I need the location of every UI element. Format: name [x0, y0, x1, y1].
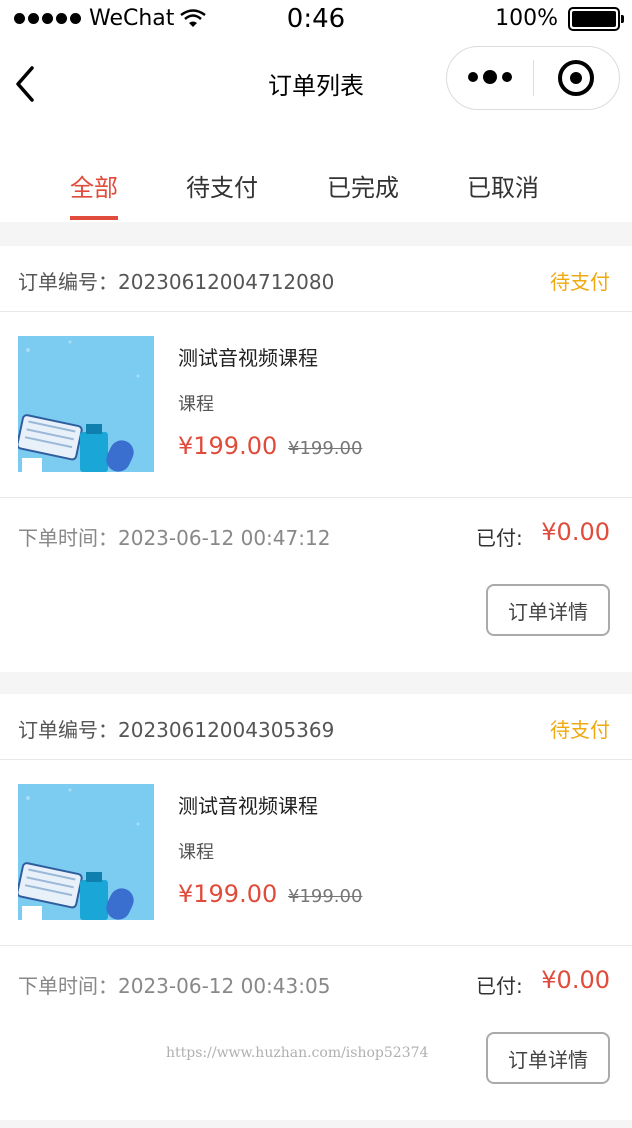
target-icon: [558, 60, 595, 96]
order-number-value: 20230612004305369: [118, 718, 335, 742]
order-time: 下单时间：2023-06-12 00:43:05: [18, 970, 330, 999]
course-price: ¥199.00: [178, 880, 278, 908]
tab-all[interactable]: 全部: [70, 168, 118, 203]
tab-active-indicator: [70, 216, 118, 220]
course-price: ¥199.00: [178, 432, 278, 460]
status-bar: WeChat 0:46 100%: [0, 0, 632, 40]
order-header: 订单编号：20230612004712080 待支付: [0, 246, 632, 312]
order-footer: 下单时间：2023-06-12 00:47:12 已付: ¥0.00 订单详情: [0, 498, 632, 672]
order-item[interactable]: 测试音视频课程 课程 ¥199.00 ¥199.00: [0, 312, 632, 498]
more-icon[interactable]: [447, 70, 533, 84]
nav-bar: 订单列表: [0, 40, 632, 128]
order-time-value: 2023-06-12 00:47:12: [118, 526, 331, 550]
order-number-label: 订单编号：: [18, 270, 118, 294]
course-name: 测试音视频课程: [178, 794, 318, 818]
order-tabs: 全部 待支付 已完成 已取消: [0, 128, 632, 222]
order-number-label: 订单编号：: [18, 718, 118, 742]
course-name: 测试音视频课程: [178, 346, 318, 370]
order-number: 订单编号：20230612004305369: [18, 714, 334, 743]
order-card: 订单编号：20230612004712080 待支付 测试音视频课程 课程 ¥1…: [0, 246, 632, 672]
order-item[interactable]: 测试音视频课程 课程 ¥199.00 ¥199.00: [0, 760, 632, 946]
paid-label: 已付:: [476, 526, 523, 550]
course-thumbnail: [18, 784, 154, 920]
paid-amount: ¥0.00: [541, 518, 610, 546]
order-status: 待支付: [550, 270, 610, 294]
mini-program-capsule: [446, 46, 620, 110]
tab-pending[interactable]: 待支付: [186, 168, 258, 203]
battery-icon: [568, 6, 624, 31]
status-right: 100%: [495, 6, 624, 31]
paid-amount: ¥0.00: [541, 966, 610, 994]
order-footer: 下单时间：2023-06-12 00:43:05 已付: ¥0.00 订单详情: [0, 946, 632, 1120]
order-detail-button[interactable]: 订单详情: [486, 1032, 610, 1084]
order-detail-button[interactable]: 订单详情: [486, 584, 610, 636]
tab-cancelled[interactable]: 已取消: [467, 168, 539, 203]
watermark: https://www.huzhan.com/ishop52374: [166, 1045, 429, 1061]
course-type: 课程: [178, 842, 214, 863]
course-thumbnail: [18, 336, 154, 472]
order-header: 订单编号：20230612004305369 待支付: [0, 694, 632, 760]
close-mini-program-button[interactable]: [534, 60, 620, 96]
tab-completed[interactable]: 已完成: [327, 168, 399, 203]
order-status: 待支付: [550, 718, 610, 742]
battery-percent: 100%: [495, 6, 558, 31]
course-type: 课程: [178, 394, 214, 415]
order-number-value: 20230612004712080: [118, 270, 335, 294]
order-time: 下单时间：2023-06-12 00:47:12: [18, 522, 330, 551]
original-price: ¥199.00: [288, 886, 363, 907]
order-number: 订单编号：20230612004712080: [18, 266, 334, 295]
order-time-label: 下单时间：: [18, 974, 118, 998]
order-time-label: 下单时间：: [18, 526, 118, 550]
order-time-value: 2023-06-12 00:43:05: [118, 974, 331, 998]
paid-label: 已付:: [476, 974, 523, 998]
original-price: ¥199.00: [288, 438, 363, 459]
